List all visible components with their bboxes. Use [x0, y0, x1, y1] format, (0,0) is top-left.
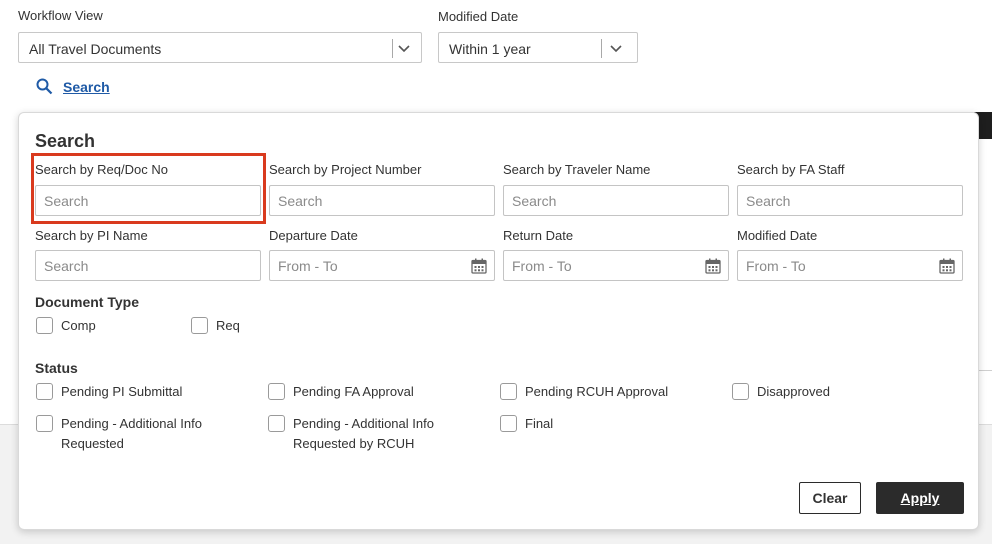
return-date-label: Return Date — [503, 228, 574, 243]
calendar-icon[interactable] — [471, 258, 487, 274]
pending-additional-info-rcuh-label: Pending - Additional Info Requested by R… — [293, 416, 434, 451]
pending-pi-submittal-label: Pending PI Submittal — [61, 384, 183, 399]
workflow-view-label: Workflow View — [18, 8, 103, 23]
clear-button[interactable]: Clear — [799, 482, 861, 514]
modified-date-value: Within 1 year — [449, 41, 531, 57]
modified-date-range-input[interactable] — [737, 250, 963, 281]
req-checkbox[interactable] — [191, 317, 208, 334]
status-title: Status — [35, 360, 78, 376]
comp-label: Comp — [61, 318, 96, 333]
disapproved-checkbox[interactable] — [732, 383, 749, 400]
modified-date-range-label: Modified Date — [737, 228, 818, 243]
req-label: Req — [216, 318, 240, 333]
project-number-search-input[interactable] — [269, 185, 495, 216]
pending-pi-submittal-checkbox[interactable] — [36, 383, 53, 400]
search-panel: Search Search by Req/Doc No Search by Pr… — [18, 112, 979, 530]
departure-date-label: Departure Date — [269, 228, 358, 243]
final-label: Final — [525, 416, 554, 431]
search-panel-title: Search — [35, 131, 96, 151]
fa-staff-search-input[interactable] — [737, 185, 963, 216]
select-divider — [601, 39, 602, 58]
chevron-down-icon — [610, 45, 622, 53]
workflow-view-value: All Travel Documents — [29, 41, 162, 57]
traveler-name-label: Search by Traveler Name — [503, 162, 651, 177]
traveler-name-search-input[interactable] — [503, 185, 729, 216]
pending-fa-approval-checkbox[interactable] — [268, 383, 285, 400]
req-doc-highlight-box — [31, 153, 266, 224]
return-date-input[interactable] — [503, 250, 729, 281]
pi-name-search-input[interactable] — [35, 250, 261, 281]
chevron-down-icon — [398, 45, 410, 53]
fa-staff-label: Search by FA Staff — [737, 162, 845, 177]
select-divider — [392, 39, 393, 58]
comp-checkbox[interactable] — [36, 317, 53, 334]
pending-additional-info-rcuh-checkbox[interactable] — [268, 415, 285, 432]
search-icon — [36, 78, 53, 95]
pi-name-label: Search by PI Name — [35, 228, 148, 243]
modified-date-label: Modified Date — [438, 9, 519, 24]
departure-date-input[interactable] — [269, 250, 495, 281]
project-number-label: Search by Project Number — [269, 162, 422, 177]
final-checkbox[interactable] — [500, 415, 517, 432]
pending-additional-info-checkbox[interactable] — [36, 415, 53, 432]
pending-rcuh-approval-label: Pending RCUH Approval — [525, 384, 669, 399]
modified-date-select[interactable]: Within 1 year — [438, 32, 638, 63]
pending-additional-info-label: Pending - Additional Info Requested — [61, 416, 202, 451]
pending-rcuh-approval-checkbox[interactable] — [500, 383, 517, 400]
pending-fa-approval-label: Pending FA Approval — [293, 384, 414, 399]
workflow-view-select[interactable]: All Travel Documents — [18, 32, 422, 63]
calendar-icon[interactable] — [705, 258, 721, 274]
calendar-icon[interactable] — [939, 258, 955, 274]
document-type-title: Document Type — [35, 294, 139, 310]
search-toggle-link[interactable]: Search — [36, 78, 110, 95]
search-link-label: Search — [63, 78, 110, 95]
apply-button[interactable]: Apply — [876, 482, 964, 514]
disapproved-label: Disapproved — [757, 384, 830, 399]
